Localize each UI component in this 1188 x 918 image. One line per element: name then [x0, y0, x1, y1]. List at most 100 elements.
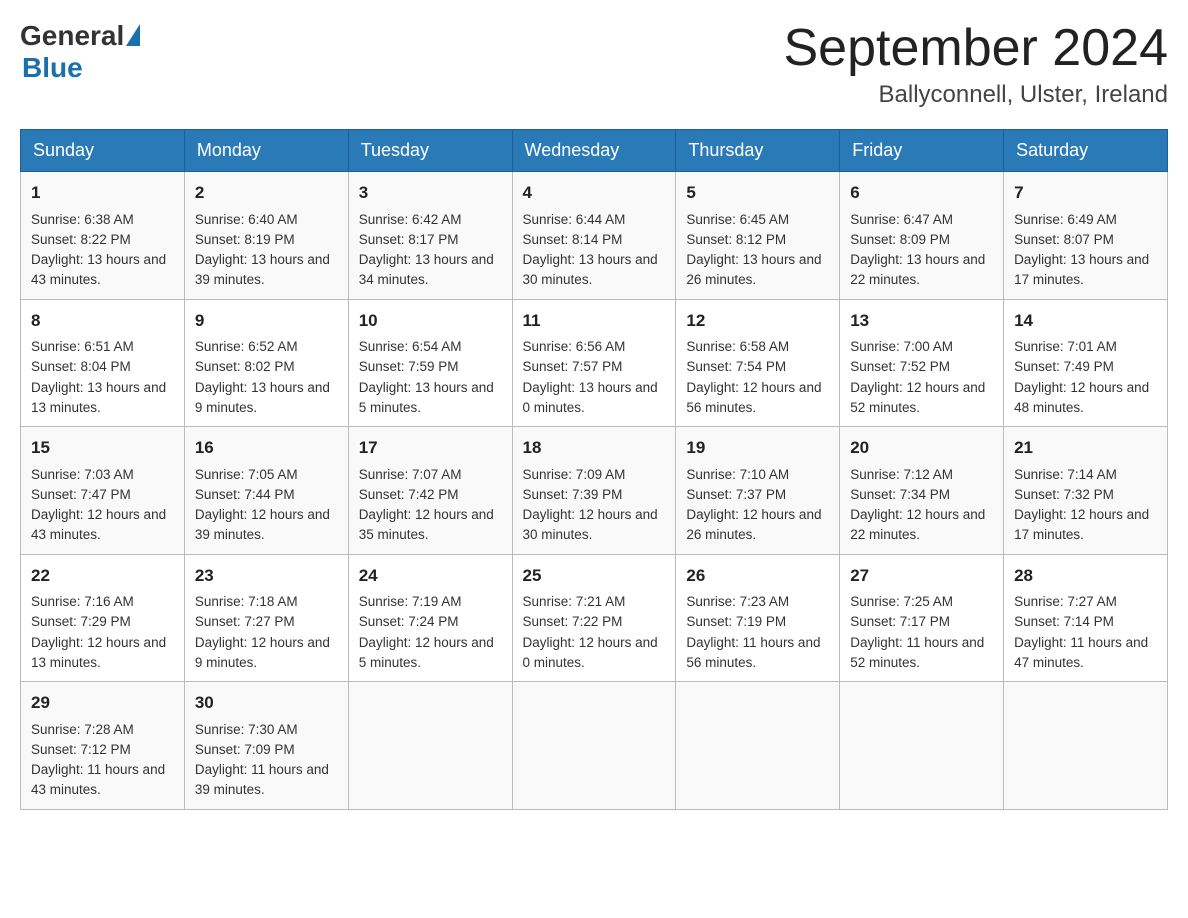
- calendar-week-row: 8Sunrise: 6:51 AMSunset: 8:04 PMDaylight…: [21, 299, 1168, 427]
- day-number: 19: [686, 435, 829, 461]
- daylight-text: Daylight: 12 hours and 39 minutes.: [195, 507, 330, 542]
- daylight-text: Daylight: 13 hours and 30 minutes.: [523, 252, 658, 287]
- calendar-cell: 11Sunrise: 6:56 AMSunset: 7:57 PMDayligh…: [512, 299, 676, 427]
- sunrise-text: Sunrise: 6:49 AM: [1014, 212, 1117, 227]
- daylight-text: Daylight: 12 hours and 5 minutes.: [359, 635, 494, 670]
- calendar-cell: 3Sunrise: 6:42 AMSunset: 8:17 PMDaylight…: [348, 172, 512, 300]
- sunset-text: Sunset: 7:44 PM: [195, 487, 295, 502]
- calendar-cell: 25Sunrise: 7:21 AMSunset: 7:22 PMDayligh…: [512, 554, 676, 682]
- month-year-title: September 2024: [784, 20, 1169, 77]
- calendar-week-row: 15Sunrise: 7:03 AMSunset: 7:47 PMDayligh…: [21, 427, 1168, 555]
- day-number: 13: [850, 308, 993, 334]
- calendar-cell: 4Sunrise: 6:44 AMSunset: 8:14 PMDaylight…: [512, 172, 676, 300]
- sunset-text: Sunset: 8:04 PM: [31, 359, 131, 374]
- sunrise-text: Sunrise: 6:52 AM: [195, 339, 298, 354]
- daylight-text: Daylight: 12 hours and 35 minutes.: [359, 507, 494, 542]
- calendar-week-row: 29 Sunrise: 7:28 AM Sunset: 7:12 PM Dayligh…: [21, 682, 1168, 810]
- day-number: 11: [523, 308, 666, 334]
- sunrise-text: Sunrise: 6:42 AM: [359, 212, 462, 227]
- sunrise-text: Sunrise: 7:05 AM: [195, 467, 298, 482]
- calendar-cell: 28Sunrise: 7:27 AMSunset: 7:14 PMDayligh…: [1004, 554, 1168, 682]
- day-number: 23: [195, 563, 338, 589]
- day-number: 29: [31, 690, 174, 716]
- calendar-cell: 19Sunrise: 7:10 AMSunset: 7:37 PMDayligh…: [676, 427, 840, 555]
- daylight-text: Daylight: 12 hours and 17 minutes.: [1014, 507, 1149, 542]
- daylight-text: Daylight: 13 hours and 9 minutes.: [195, 380, 330, 415]
- daylight-text: Daylight: 13 hours and 22 minutes.: [850, 252, 985, 287]
- sunrise-text: Sunrise: 6:56 AM: [523, 339, 626, 354]
- sunrise-text: Sunrise: 6:45 AM: [686, 212, 789, 227]
- sunrise-text: Sunrise: 6:44 AM: [523, 212, 626, 227]
- day-number: 28: [1014, 563, 1157, 589]
- sunrise-text: Sunrise: 7:14 AM: [1014, 467, 1117, 482]
- logo-triangle-icon: [126, 24, 140, 46]
- weekday-header-row: SundayMondayTuesdayWednesdayThursdayFrid…: [21, 130, 1168, 172]
- sunrise-text: Sunrise: 7:28 AM: [31, 722, 134, 737]
- daylight-text: Daylight: 12 hours and 22 minutes.: [850, 507, 985, 542]
- calendar-cell: 23Sunrise: 7:18 AMSunset: 7:27 PMDayligh…: [184, 554, 348, 682]
- sunset-text: Sunset: 8:07 PM: [1014, 232, 1114, 247]
- calendar-cell: 24 Sunrise: 7:19 AM Sunset: 7:24 PM Dayligh…: [348, 554, 512, 682]
- sunrise-text: Sunrise: 7:07 AM: [359, 467, 462, 482]
- calendar-cell: [1004, 682, 1168, 810]
- day-number: 10: [359, 308, 502, 334]
- title-section: September 2024 Ballyconnell, Ulster, Ire…: [784, 20, 1169, 109]
- day-number: 22: [31, 563, 174, 589]
- day-number: 21: [1014, 435, 1157, 461]
- calendar-week-row: 22Sunrise: 7:16 AMSunset: 7:29 PMDayligh…: [21, 554, 1168, 682]
- sunset-text: Sunset: 7:24 PM: [359, 614, 459, 629]
- day-number: 12: [686, 308, 829, 334]
- sunrise-text: Sunrise: 6:47 AM: [850, 212, 953, 227]
- calendar-cell: 10Sunrise: 6:54 AMSunset: 7:59 PMDayligh…: [348, 299, 512, 427]
- day-number: 3: [359, 180, 502, 206]
- daylight-text: Daylight: 12 hours and 30 minutes.: [523, 507, 658, 542]
- calendar-cell: 7Sunrise: 6:49 AMSunset: 8:07 PMDaylight…: [1004, 172, 1168, 300]
- weekday-header-monday: Monday: [184, 130, 348, 172]
- calendar-cell: [676, 682, 840, 810]
- sunrise-text: Sunrise: 6:51 AM: [31, 339, 134, 354]
- day-number: 20: [850, 435, 993, 461]
- calendar-cell: [348, 682, 512, 810]
- logo-general-text: General: [20, 20, 124, 52]
- sunset-text: Sunset: 7:09 PM: [195, 742, 295, 757]
- sunset-text: Sunset: 8:19 PM: [195, 232, 295, 247]
- day-number: 6: [850, 180, 993, 206]
- sunrise-text: Sunrise: 6:40 AM: [195, 212, 298, 227]
- calendar-cell: 5Sunrise: 6:45 AMSunset: 8:12 PMDaylight…: [676, 172, 840, 300]
- logo: General Blue: [20, 20, 140, 84]
- day-number: 24: [359, 563, 502, 589]
- day-number: 2: [195, 180, 338, 206]
- sunset-text: Sunset: 7:42 PM: [359, 487, 459, 502]
- sunset-text: Sunset: 7:27 PM: [195, 614, 295, 629]
- sunrise-text: Sunrise: 6:58 AM: [686, 339, 789, 354]
- daylight-text: Daylight: 12 hours and 26 minutes.: [686, 507, 821, 542]
- sunset-text: Sunset: 7:37 PM: [686, 487, 786, 502]
- daylight-text: Daylight: 13 hours and 26 minutes.: [686, 252, 821, 287]
- calendar-cell: 21Sunrise: 7:14 AMSunset: 7:32 PMDayligh…: [1004, 427, 1168, 555]
- daylight-text: Daylight: 11 hours and 47 minutes.: [1014, 635, 1148, 670]
- sunrise-text: Sunrise: 7:21 AM: [523, 594, 626, 609]
- daylight-text: Daylight: 13 hours and 17 minutes.: [1014, 252, 1149, 287]
- day-number: 15: [31, 435, 174, 461]
- sunset-text: Sunset: 7:12 PM: [31, 742, 131, 757]
- sunrise-text: Sunrise: 7:19 AM: [359, 594, 462, 609]
- calendar-cell: 29 Sunrise: 7:28 AM Sunset: 7:12 PM Dayligh…: [21, 682, 185, 810]
- logo-blue-text: Blue: [22, 52, 83, 84]
- daylight-text: Daylight: 11 hours and 43 minutes.: [31, 762, 165, 797]
- calendar-cell: 22Sunrise: 7:16 AMSunset: 7:29 PMDayligh…: [21, 554, 185, 682]
- sunrise-text: Sunrise: 7:18 AM: [195, 594, 298, 609]
- sunrise-text: Sunrise: 7:30 AM: [195, 722, 298, 737]
- sunset-text: Sunset: 8:12 PM: [686, 232, 786, 247]
- daylight-text: Daylight: 13 hours and 34 minutes.: [359, 252, 494, 287]
- sunset-text: Sunset: 7:57 PM: [523, 359, 623, 374]
- sunrise-text: Sunrise: 7:09 AM: [523, 467, 626, 482]
- day-number: 25: [523, 563, 666, 589]
- sunset-text: Sunset: 8:22 PM: [31, 232, 131, 247]
- weekday-header-tuesday: Tuesday: [348, 130, 512, 172]
- sunrise-text: Sunrise: 7:03 AM: [31, 467, 134, 482]
- sunset-text: Sunset: 7:17 PM: [850, 614, 950, 629]
- calendar-cell: [512, 682, 676, 810]
- weekday-header-friday: Friday: [840, 130, 1004, 172]
- sunset-text: Sunset: 7:34 PM: [850, 487, 950, 502]
- daylight-text: Daylight: 12 hours and 43 minutes.: [31, 507, 166, 542]
